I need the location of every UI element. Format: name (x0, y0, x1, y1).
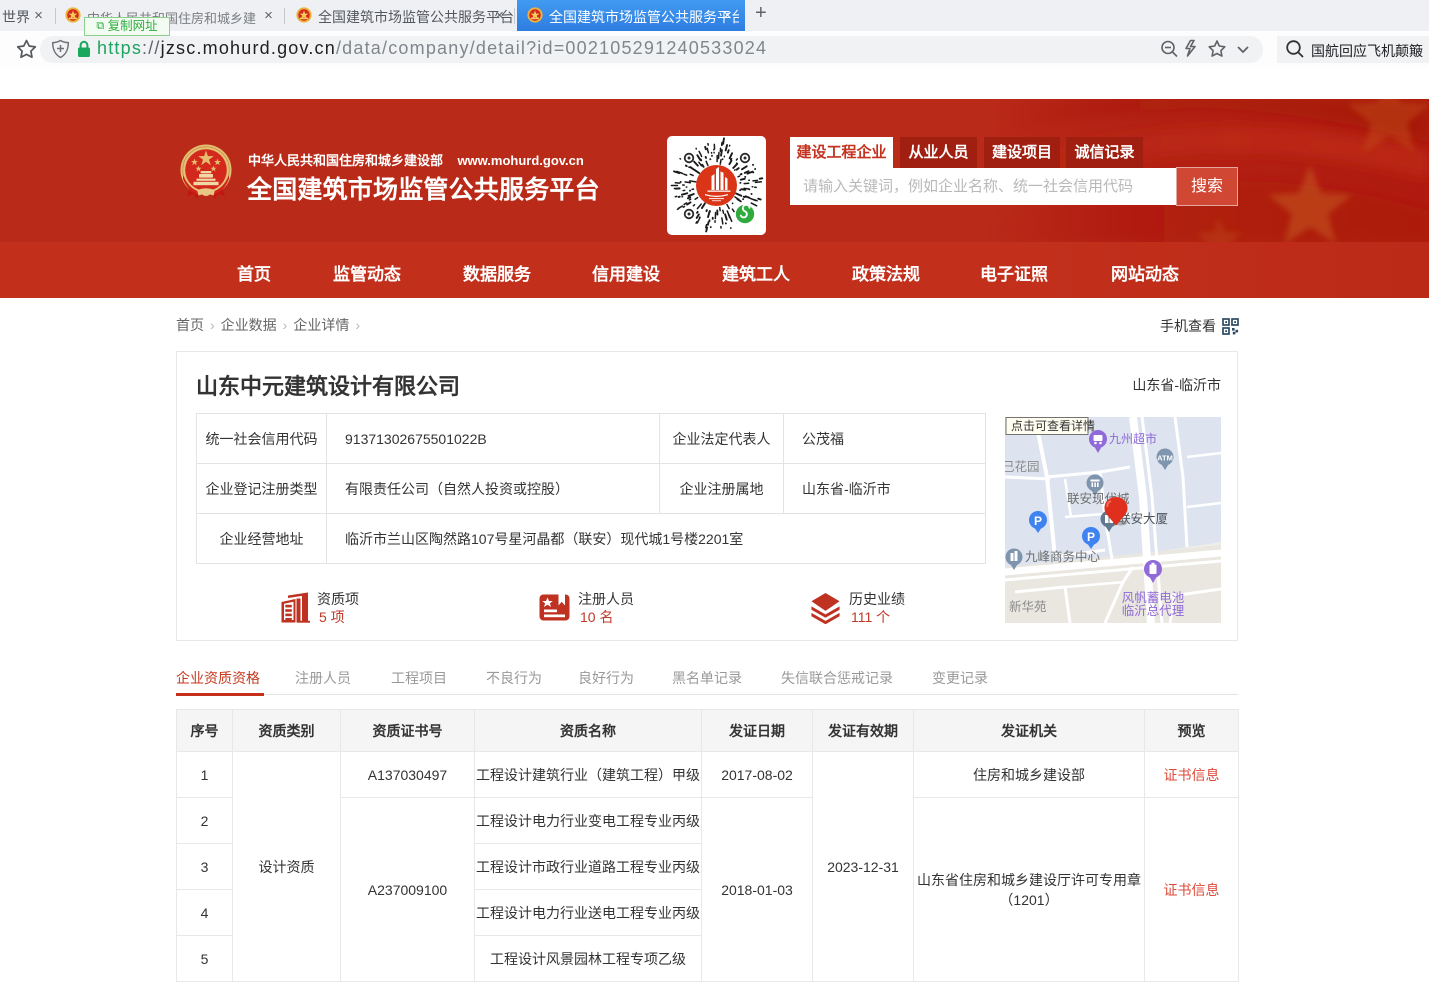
svg-text:ATM: ATM (1157, 454, 1173, 463)
svg-text:点击可查看详情: 点击可查看详情 (1011, 418, 1095, 433)
svg-text:临沂总代理: 临沂总代理 (1122, 604, 1185, 618)
svg-text:九峰商务中心: 九峰商务中心 (1025, 549, 1101, 564)
svg-text:P: P (1087, 530, 1095, 544)
svg-text:P: P (1034, 514, 1042, 528)
svg-text:己花园: 己花园 (1005, 459, 1040, 474)
svg-text:风帆蓄电池: 风帆蓄电池 (1122, 590, 1185, 605)
svg-text:九州超市: 九州超市 (1109, 431, 1157, 446)
svg-text:新华苑: 新华苑 (1009, 599, 1047, 614)
